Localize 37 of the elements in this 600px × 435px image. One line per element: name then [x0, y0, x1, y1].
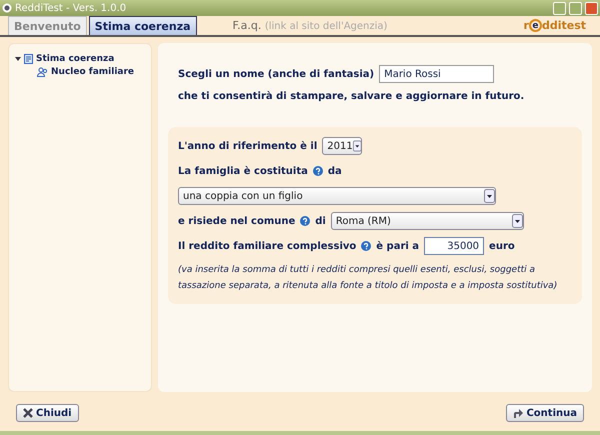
help-icon[interactable]: [312, 166, 323, 176]
income-hint: (va inserita la somma di tutti i redditi compresi quelli esenti, esclusi, soggetti a tassazione separata, a ritenuta alla fonte a titolo di imposta e a imposta sostitutiva): [178, 264, 558, 293]
comune-select[interactable]: Roma (RM): [330, 212, 524, 230]
close-button[interactable]: Chiudi: [16, 404, 79, 422]
expanded-arrow-icon[interactable]: [15, 56, 21, 62]
people-icon: [37, 66, 48, 76]
unit-label: euro: [489, 240, 515, 252]
family-label: La famiglia è costituita: [178, 166, 308, 176]
caret-icon: [484, 189, 495, 203]
family-select[interactable]: una coppia con un figlio: [178, 187, 496, 205]
close-icon: [23, 408, 33, 418]
tree-item[interactable]: Stima coerenza: [36, 54, 114, 64]
window-title: ReddiTest - Vers. 1.0.0: [15, 2, 128, 14]
tab[interactable]: Stima coerenza: [88, 16, 197, 35]
year-select[interactable]: 2011: [322, 137, 362, 155]
caret-icon: [512, 214, 523, 228]
faq-link[interactable]: F.a.q. (link al sito dell'Agenzia): [232, 19, 388, 32]
close-button[interactable]: [585, 2, 598, 14]
caret-icon: [352, 139, 362, 153]
app-icon: [2, 3, 12, 13]
comune-label: e risiede nel comune: [178, 216, 296, 226]
arrow-icon: [513, 408, 524, 418]
name-note: che ti consentirà di stampare, salvare e aggiornare in futuro.: [178, 90, 524, 102]
tree-item[interactable]: Nucleo familiare: [51, 66, 134, 76]
name-label: Scegli un nome (anche di fantasia): [178, 68, 374, 80]
income-label: Il reddito familiare complessivo: [178, 240, 356, 252]
continue-button[interactable]: Continua: [506, 404, 584, 422]
family-suffix: da: [328, 166, 342, 176]
help-icon[interactable]: [300, 216, 310, 226]
help-icon[interactable]: [361, 241, 372, 251]
form-icon: [24, 54, 33, 64]
year-label: L'anno di riferimento è il: [178, 140, 318, 152]
income-field[interactable]: 35000: [424, 237, 484, 255]
comune-suffix: di: [315, 216, 326, 226]
name-field[interactable]: Mario Rossi: [379, 65, 494, 83]
logo: r e dditest: [524, 19, 586, 32]
income-suffix: è pari a: [376, 240, 420, 252]
